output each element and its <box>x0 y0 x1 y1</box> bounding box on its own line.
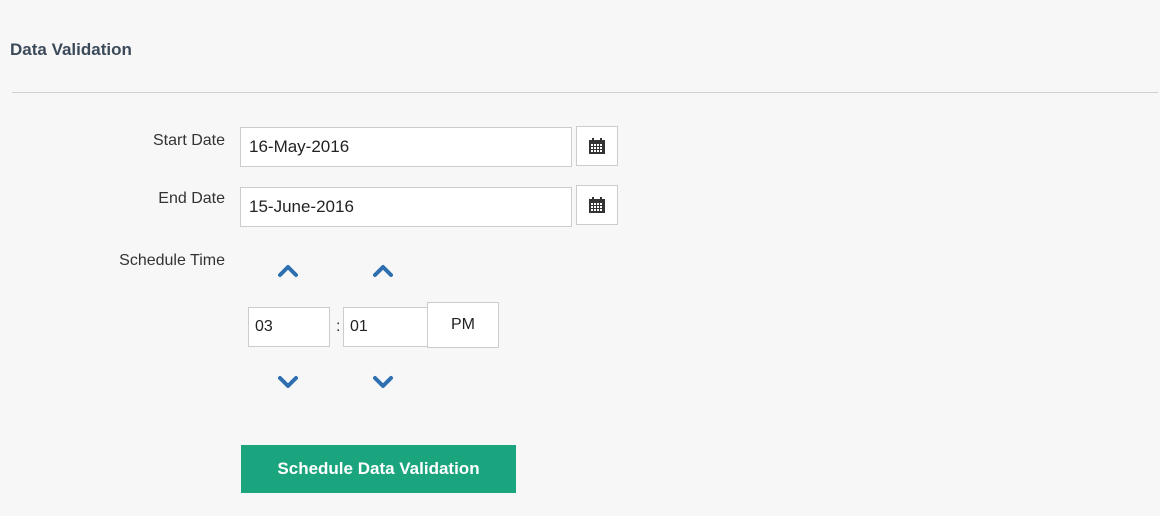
calendar-icon <box>589 138 605 154</box>
chevron-up-icon <box>373 265 393 277</box>
minute-increment-button[interactable] <box>371 262 395 280</box>
schedule-data-validation-button[interactable]: Schedule Data Validation <box>241 445 516 493</box>
chevron-down-icon <box>278 376 298 388</box>
start-date-calendar-button[interactable] <box>576 126 618 166</box>
panel-title: Data Validation <box>10 40 132 59</box>
start-date-input[interactable]: 16-May-2016 <box>240 127 572 167</box>
hour-decrement-button[interactable] <box>276 373 300 391</box>
chevron-down-icon <box>373 376 393 388</box>
meridiem-toggle-button[interactable]: PM <box>427 302 499 348</box>
hour-increment-button[interactable] <box>276 262 300 280</box>
divider <box>12 92 1158 93</box>
end-date-calendar-button[interactable] <box>576 185 618 225</box>
hour-input[interactable]: 03 <box>248 307 330 347</box>
minute-decrement-button[interactable] <box>371 373 395 391</box>
minute-input[interactable]: 01 <box>343 307 428 347</box>
calendar-icon <box>589 197 605 213</box>
start-date-label: Start Date <box>152 132 225 149</box>
data-validation-panel: Data Validation Start Date 16-May-2016 E… <box>0 0 1160 516</box>
end-date-input[interactable]: 15-June-2016 <box>240 187 572 227</box>
chevron-up-icon <box>278 265 298 277</box>
end-date-label: End Date <box>158 190 225 207</box>
time-separator: : <box>336 318 341 335</box>
schedule-time-label: Schedule Time <box>119 252 225 269</box>
